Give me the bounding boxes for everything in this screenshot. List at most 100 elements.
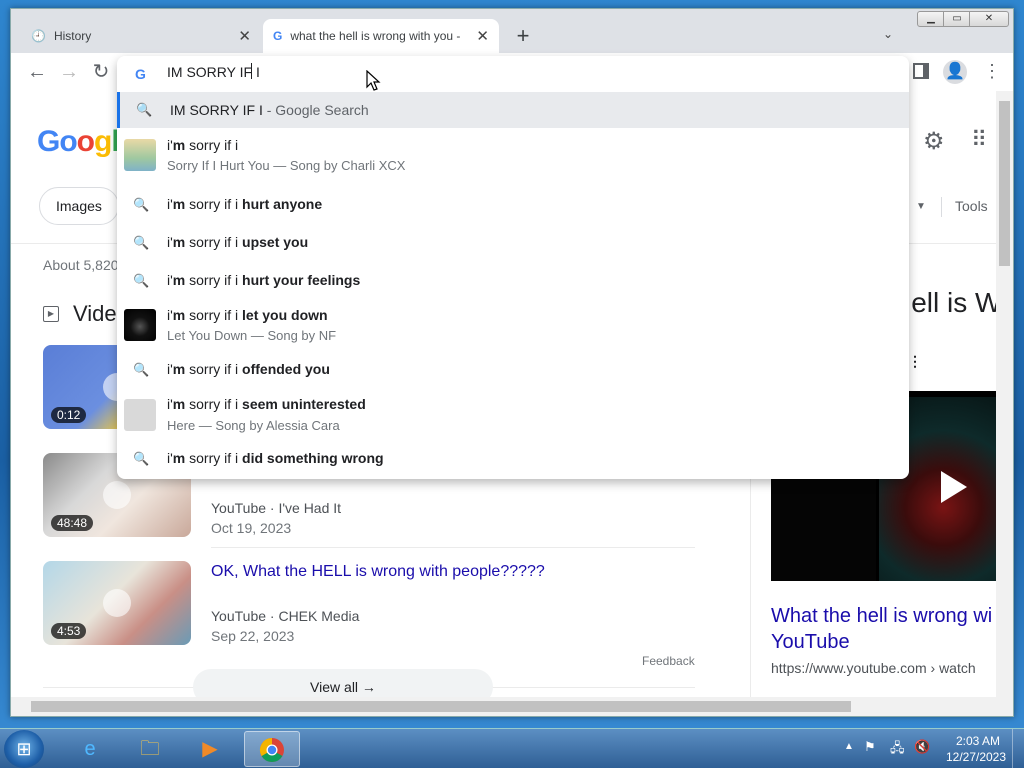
close-window-button[interactable]: ✕	[969, 11, 1009, 27]
action-center-flag-icon[interactable]: ⚑	[864, 739, 876, 755]
mouse-cursor-icon	[366, 70, 381, 91]
scrollbar-thumb[interactable]	[31, 701, 851, 712]
suggestion-item[interactable]: 🔍 i'm sorry if i upset you	[117, 225, 909, 261]
search-icon: 🔍	[133, 197, 150, 212]
suggestion-text: i'm sorry if i hurt your feelings	[167, 272, 361, 288]
suggestion-item[interactable]: i'm sorry if i Sorry If I Hurt You — Son…	[117, 132, 909, 178]
search-icon: 🔍	[133, 273, 150, 288]
network-icon[interactable]: 🖧	[890, 739, 905, 761]
search-icon: 🔍	[133, 451, 150, 466]
video-thumbnail[interactable]: 4:53	[43, 561, 191, 645]
menu-icon[interactable]: ⋮	[983, 61, 1001, 82]
video-source: YouTube · CHEK Media	[211, 608, 360, 624]
close-icon[interactable]: ✕	[476, 27, 489, 45]
video-source: YouTube · I've Had It	[211, 500, 342, 516]
suggestion-subtext: Sorry If I Hurt You — Song by Charli XCX	[167, 158, 406, 173]
start-button[interactable]: ⊞	[4, 730, 44, 768]
video-date: Sep 22, 2023	[211, 628, 295, 644]
divider	[941, 197, 942, 217]
clock-time[interactable]: 2:03 AM	[948, 734, 1008, 748]
volume-icon[interactable]: 🔇	[914, 739, 930, 755]
close-icon[interactable]: ✕	[238, 27, 251, 45]
knowledge-panel-link[interactable]: What the hell is wrong wi YouTube	[771, 603, 996, 655]
tab-history[interactable]: 🕘 History ✕	[21, 19, 261, 53]
view-all-button[interactable]: View all →	[193, 669, 493, 697]
tools-button[interactable]: Tools	[955, 198, 988, 214]
show-hidden-icons-button[interactable]: ▲	[844, 741, 854, 752]
feedback-link[interactable]: Feedback	[642, 654, 695, 668]
song-thumbnail	[124, 139, 156, 171]
search-icon: 🔍	[136, 102, 153, 117]
suggestion-item[interactable]: 🔍 i'm sorry if i offended you	[117, 352, 909, 388]
google-logo[interactable]: Googl	[37, 125, 120, 159]
google-icon: G	[135, 66, 146, 82]
more-options-icon[interactable]: ⋮	[908, 353, 922, 370]
tab-google-search[interactable]: G what the hell is wrong with you - ✕	[263, 19, 499, 53]
address-bar-text: IM SORRY IF I	[167, 64, 260, 80]
tab-title: what the hell is wrong with you -	[290, 29, 461, 43]
internet-explorer-icon[interactable]: e	[62, 731, 118, 767]
scrollbar-thumb[interactable]	[999, 101, 1010, 266]
suggestion-item[interactable]: i'm sorry if i let you down Let You Down…	[117, 301, 909, 347]
suggestion-search-row[interactable]: 🔍 IM SORRY IF I - Google Search	[117, 92, 909, 128]
video-duration: 4:53	[51, 623, 87, 639]
text-caret	[251, 63, 252, 79]
tab-title: History	[53, 29, 92, 43]
filter-images-chip[interactable]: Images	[39, 187, 119, 225]
minimize-button[interactable]: ▁	[917, 11, 945, 27]
suggestion-text: i'm sorry if i offended you	[167, 361, 330, 377]
video-title-link[interactable]: OK, What the HELL is wrong with people??…	[211, 563, 545, 581]
video-duration: 0:12	[51, 407, 87, 423]
suggestion-subtext: Here — Song by Alessia Cara	[167, 418, 340, 433]
chrome-window: 🕘 History ✕ G what the hell is wrong wit…	[10, 8, 1014, 717]
suggestion-text: i'm sorry if i did something wrong	[167, 450, 384, 466]
song-thumbnail	[124, 309, 156, 341]
suggestion-subtext: Let You Down — Song by NF	[167, 328, 337, 343]
media-player-icon[interactable]: ▶	[182, 731, 238, 767]
tab-search-icon[interactable]: ⌄	[883, 27, 893, 41]
history-icon: 🕘	[31, 29, 46, 43]
profile-avatar[interactable]: 👤	[943, 60, 967, 84]
maximize-button[interactable]: ▭	[943, 11, 971, 27]
horizontal-scrollbar[interactable]	[11, 697, 1013, 716]
chrome-taskbar-button[interactable]	[244, 731, 300, 767]
suggestion-text: i'm sorry if i let you down	[167, 307, 328, 323]
search-icon: 🔍	[133, 235, 150, 250]
result-stats: About 5,820	[43, 257, 119, 273]
song-thumbnail	[124, 399, 156, 431]
suggestion-text: IM SORRY IF I - Google Search	[170, 102, 369, 118]
suggestion-text: i'm sorry if i hurt anyone	[167, 196, 323, 212]
show-desktop-button[interactable]	[1012, 729, 1024, 768]
divider	[211, 547, 695, 548]
suggestion-text: i'm sorry if i	[167, 137, 239, 153]
clock-date[interactable]: 12/27/2023	[944, 750, 1008, 764]
google-icon: G	[273, 29, 283, 43]
vertical-scrollbar[interactable]	[996, 91, 1013, 697]
play-icon	[941, 471, 967, 503]
omnibox-dropdown: G IM SORRY IF I 🔍 IM SORRY IF I - Google…	[117, 56, 909, 479]
settings-gear-icon[interactable]: ⚙	[923, 127, 945, 156]
knowledge-panel-url: https://www.youtube.com › watch	[771, 660, 976, 676]
reload-button[interactable]: ↻	[87, 59, 115, 87]
chevron-down-icon[interactable]: ▼	[916, 201, 926, 212]
side-panel-icon[interactable]	[913, 63, 929, 79]
suggestion-item[interactable]: i'm sorry if i seem uninterested Here — …	[117, 391, 909, 437]
video-date: Oct 19, 2023	[211, 520, 292, 536]
forward-button[interactable]: →	[55, 59, 83, 87]
suggestion-text: i'm sorry if i upset you	[167, 234, 309, 250]
back-button[interactable]: ←	[23, 59, 51, 87]
new-tab-button[interactable]: +	[509, 23, 537, 51]
address-bar-input[interactable]: G IM SORRY IF I	[117, 56, 909, 90]
file-explorer-icon[interactable]: 🗀	[122, 731, 178, 767]
search-icon: 🔍	[133, 362, 150, 377]
suggestion-item[interactable]: 🔍 i'm sorry if i hurt your feelings	[117, 263, 909, 299]
apps-grid-icon[interactable]: ⠿	[971, 127, 987, 153]
video-duration: 48:48	[51, 515, 94, 531]
suggestion-item[interactable]: 🔍 i'm sorry if i hurt anyone	[117, 187, 909, 223]
play-icon	[103, 589, 131, 617]
chrome-icon	[259, 738, 284, 763]
suggestion-item[interactable]: 🔍 i'm sorry if i did something wrong	[117, 441, 909, 477]
videos-heading: ▶ Vide	[43, 301, 117, 327]
suggestion-text: i'm sorry if i seem uninterested	[167, 396, 366, 412]
video-icon: ▶	[43, 306, 59, 322]
